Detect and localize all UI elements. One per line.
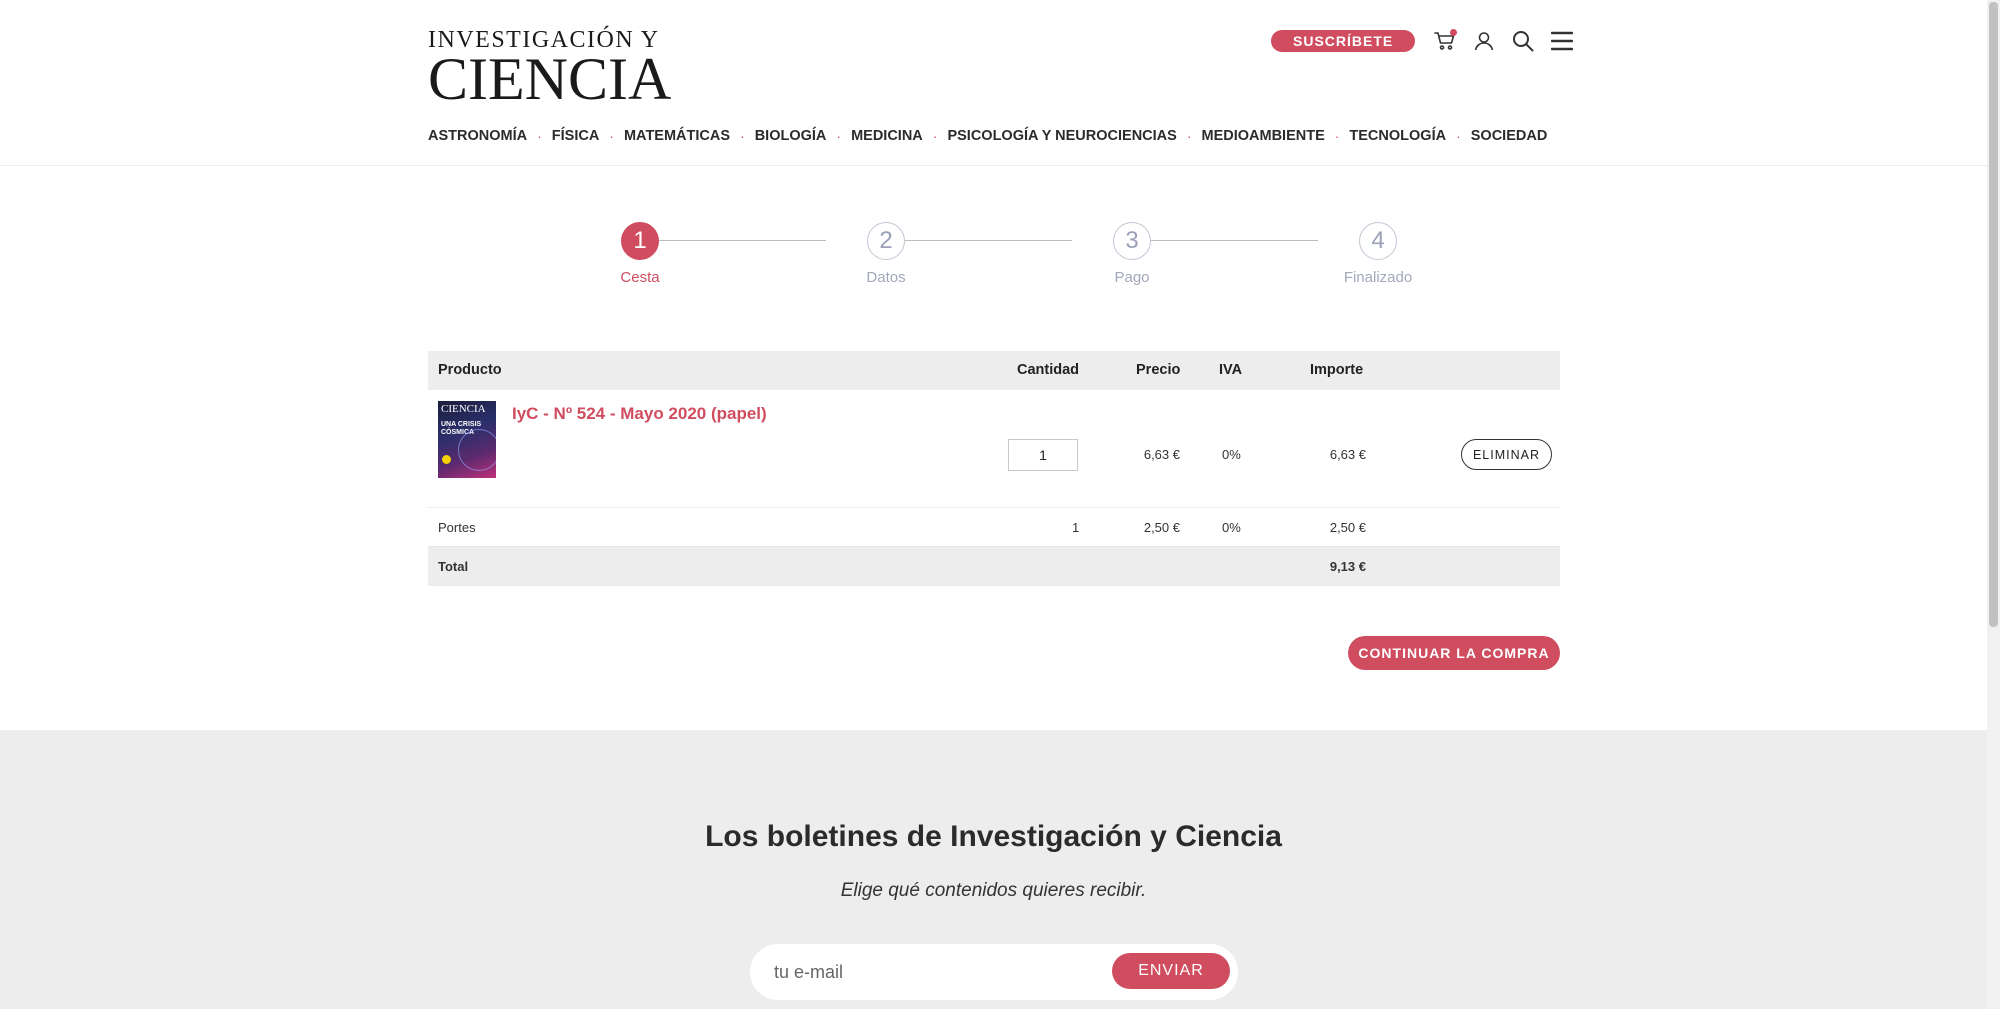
- step-label: Cesta: [620, 269, 660, 286]
- step-number: 2: [867, 222, 905, 260]
- newsletter-submit-button[interactable]: ENVIAR: [1112, 953, 1230, 989]
- nav-item-medicina[interactable]: MEDICINA: [851, 128, 923, 144]
- newsletter-email-input[interactable]: [774, 954, 1104, 990]
- header-tools: SUSCRÍBETE: [1271, 26, 1574, 56]
- checkout-stepper: 1 Cesta 2 Datos 3 Pago 4 Finalizado: [580, 222, 1412, 292]
- step-label: Datos: [866, 269, 906, 286]
- nav-separator: ·: [1456, 128, 1461, 144]
- nav-item-fisica[interactable]: FÍSICA: [552, 128, 600, 144]
- step-label: Finalizado: [1343, 269, 1413, 286]
- step-datos: 2 Datos: [826, 222, 946, 286]
- cover-badge: [442, 455, 451, 464]
- logo-bottom-text: CIENCIA: [428, 46, 672, 112]
- step-label: Pago: [1114, 269, 1150, 286]
- newsletter-subtitle: Elige qué contenidos quieres recibir.: [840, 880, 1147, 901]
- shipping-amount: 2,50 €: [1329, 520, 1366, 535]
- step-pago: 3 Pago: [1072, 222, 1192, 286]
- nav-separator: ·: [1186, 128, 1192, 144]
- site-header: INVESTIGACIÓN Y CIENCIA SUSCRÍBETE ASTRO…: [0, 0, 1987, 166]
- step-cesta: 1 Cesta: [580, 222, 700, 286]
- scrollbar-thumb[interactable]: [1989, 2, 1998, 627]
- nav-item-tecnologia[interactable]: TECNOLOGÍA: [1349, 128, 1446, 144]
- header-amount: Importe: [1310, 362, 1364, 378]
- product-cover-image[interactable]: CIENCIA UNA CRISIS CÓSMICA: [438, 401, 496, 478]
- header-product: Producto: [438, 362, 502, 378]
- nav-item-sociedad[interactable]: SOCIEDAD: [1471, 128, 1548, 144]
- cover-title: CIENCIA: [441, 403, 486, 415]
- nav-item-psicologia[interactable]: PSICOLOGÍA Y NEUROCIENCIAS: [947, 128, 1176, 144]
- newsletter-title: Los boletines de Investigación y Ciencia: [705, 820, 1282, 853]
- step-number: 1: [621, 222, 659, 260]
- quantity-input[interactable]: [1008, 439, 1078, 471]
- nav-item-matematicas[interactable]: MATEMÁTICAS: [624, 128, 730, 144]
- total-row: Total 9,13 €: [428, 547, 1560, 586]
- search-icon[interactable]: [1511, 29, 1535, 53]
- total-label: Total: [438, 559, 469, 574]
- product-name-link[interactable]: IyC - Nº 524 - Mayo 2020 (papel): [512, 404, 767, 424]
- shipping-price: 2,50 €: [1143, 520, 1180, 535]
- continue-purchase-button[interactable]: CONTINUAR LA COMPRA: [1348, 636, 1560, 670]
- step-finalizado: 4 Finalizado: [1318, 222, 1438, 286]
- newsletter-section: Los boletines de Investigación y Ciencia…: [0, 730, 1987, 1009]
- nav-item-astronomia[interactable]: ASTRONOMÍA: [428, 128, 527, 144]
- shipping-label: Portes: [438, 520, 476, 535]
- nav-separator: ·: [836, 128, 842, 144]
- remove-item-button[interactable]: ELIMINAR: [1460, 439, 1552, 470]
- shipping-quantity: 1: [1072, 520, 1080, 535]
- item-vat: 0%: [1222, 447, 1241, 462]
- nav-separator: ·: [537, 128, 542, 144]
- total-amount: 9,13 €: [1329, 559, 1366, 574]
- nav-item-biologia[interactable]: BIOLOGÍA: [755, 128, 827, 144]
- user-icon[interactable]: [1472, 29, 1496, 53]
- step-number: 4: [1359, 222, 1397, 260]
- cart-icon[interactable]: [1433, 29, 1458, 53]
- site-logo[interactable]: INVESTIGACIÓN Y CIENCIA: [428, 28, 678, 109]
- shipping-row: Portes 1 2,50 € 0% 2,50 €: [428, 508, 1560, 547]
- shipping-vat: 0%: [1222, 520, 1241, 535]
- item-price: 6,63 €: [1143, 447, 1180, 462]
- nav-separator: ·: [609, 128, 614, 144]
- nav-separator: ·: [932, 128, 938, 144]
- subscribe-button[interactable]: SUSCRÍBETE: [1271, 30, 1416, 52]
- nav-separator: ·: [740, 128, 745, 144]
- page-scrollbar[interactable]: [1987, 0, 2000, 1009]
- nav-separator: ·: [1334, 128, 1340, 144]
- header-vat: IVA: [1219, 362, 1243, 378]
- nav-item-medioambiente[interactable]: MEDIOAMBIENTE: [1201, 128, 1324, 144]
- header-price: Precio: [1136, 362, 1181, 378]
- cart-item-row: CIENCIA UNA CRISIS CÓSMICA IyC - Nº 524 …: [428, 390, 1560, 508]
- hamburger-menu-icon[interactable]: [1550, 29, 1574, 53]
- cart-table: Producto Cantidad Precio IVA Importe CIE…: [428, 351, 1560, 586]
- main-nav: ASTRONOMÍA · FÍSICA · MATEMÁTICAS · BIOL…: [428, 128, 1547, 144]
- step-number: 3: [1113, 222, 1151, 260]
- cart-table-header: Producto Cantidad Precio IVA Importe: [428, 351, 1560, 390]
- item-amount: 6,63 €: [1329, 447, 1366, 462]
- newsletter-form: ENVIAR: [750, 944, 1238, 1000]
- cover-artwork: [458, 429, 496, 471]
- header-quantity: Cantidad: [1017, 362, 1080, 378]
